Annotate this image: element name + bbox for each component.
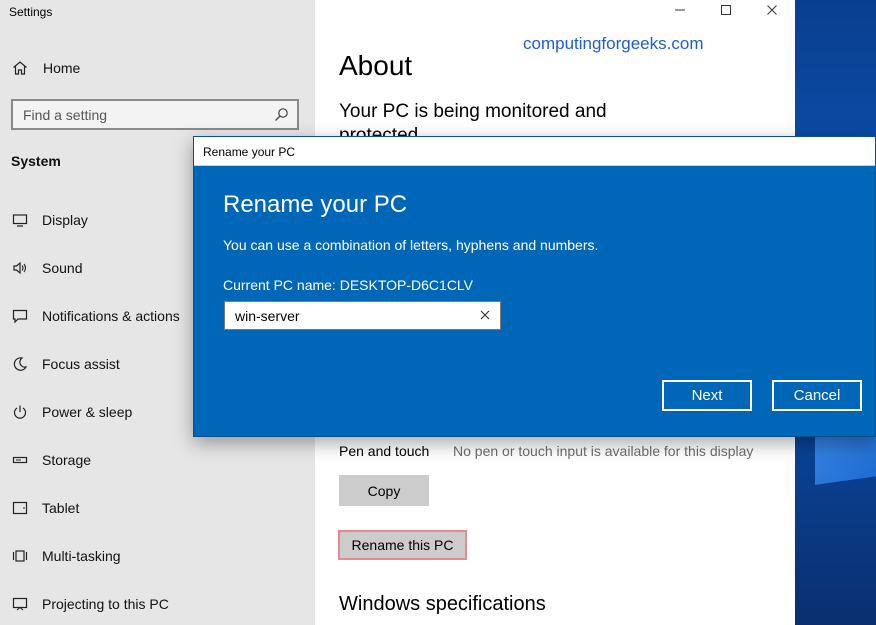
monitoring-status: Your PC is being monitored and protected… (339, 101, 607, 136)
home-icon (11, 59, 29, 77)
maximize-icon (720, 3, 732, 21)
focus-assist-icon (11, 355, 29, 373)
sidebar-item-label: Power & sleep (42, 404, 133, 420)
sidebar-item-tablet[interactable]: Tablet (0, 488, 315, 528)
pc-name-input[interactable] (225, 307, 465, 324)
dialog-title: Rename your PC (203, 145, 296, 159)
current-pc-name: Current PC name: DESKTOP-D6C1CLV (223, 277, 474, 293)
display-icon (11, 211, 29, 229)
minimize-button[interactable] (657, 0, 703, 24)
maximize-button[interactable] (703, 0, 749, 24)
close-button[interactable] (749, 0, 795, 24)
sidebar-item-storage[interactable]: Storage (0, 440, 315, 480)
rename-dialog: Rename your PC Rename your PC You can us… (193, 136, 876, 437)
sidebar-item-home[interactable]: Home (0, 48, 315, 88)
rename-pc-button[interactable]: Rename this PC (338, 530, 467, 560)
storage-icon (11, 451, 29, 469)
notifications-icon (11, 307, 29, 325)
search-input[interactable] (13, 106, 263, 123)
next-button[interactable]: Next (662, 380, 752, 411)
tablet-icon (11, 499, 29, 517)
section-title: System (11, 153, 61, 169)
sidebar-item-label: Focus assist (42, 356, 120, 372)
sidebar-item-label: Tablet (42, 500, 80, 516)
pen-touch-label: Pen and touch (339, 443, 430, 459)
dialog-heading: Rename your PC (223, 191, 408, 218)
cancel-button[interactable]: Cancel (772, 380, 862, 411)
sidebar-item-label: Display (42, 212, 88, 228)
sound-icon (11, 259, 29, 277)
page-title: About (339, 50, 413, 81)
pc-name-field[interactable] (224, 301, 501, 330)
multitasking-icon (11, 547, 29, 565)
sidebar-item-multitasking[interactable]: Multi-tasking (0, 536, 315, 576)
search-box[interactable] (11, 99, 299, 130)
dialog-titlebar: Rename your PC (194, 137, 875, 166)
watermark: computingforgeeks.com (523, 34, 704, 53)
close-icon (766, 3, 778, 21)
sidebar-item-label: Storage (42, 452, 92, 468)
sidebar-item-projecting[interactable]: Projecting to this PC (0, 584, 315, 624)
pen-touch-value: No pen or touch input is available for t… (453, 443, 754, 459)
sidebar-item-label: Multi-tasking (42, 548, 121, 564)
windows-specifications-heading: Windows specifications (339, 593, 546, 615)
dialog-description: You can use a combination of letters, hy… (223, 237, 599, 253)
minimize-icon (674, 3, 686, 21)
clear-icon[interactable] (478, 308, 492, 322)
window-title: Settings (9, 5, 53, 19)
projecting-icon (11, 595, 29, 613)
copy-button[interactable]: Copy (339, 475, 429, 506)
sidebar-item-label: Home (43, 60, 81, 76)
search-icon[interactable] (273, 107, 289, 123)
sidebar-item-label: Notifications & actions (42, 308, 180, 324)
power-icon (11, 403, 29, 421)
sidebar-item-label: Sound (42, 260, 83, 276)
sidebar-item-label: Projecting to this PC (42, 596, 169, 612)
